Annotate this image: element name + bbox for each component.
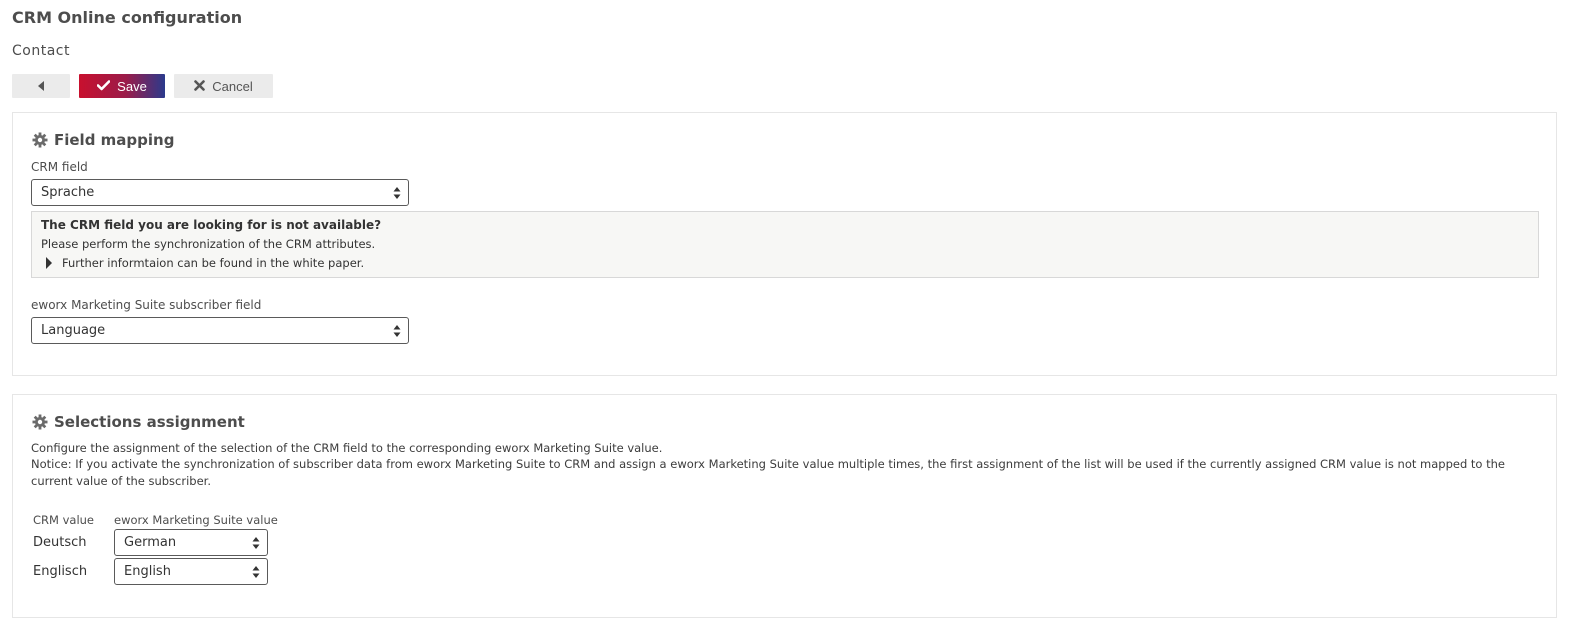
cancel-label: Cancel [212,78,253,94]
column-header-ems-value: eworx Marketing Suite value [114,513,278,527]
ems-value: German [124,535,177,550]
caret-right-icon [46,257,52,269]
crm-value-cell: Englisch [33,564,88,579]
subscriber-field-value: Language [41,323,106,338]
field-mapping-heading: Field mapping [32,131,174,149]
white-paper-link[interactable]: Further informtaion can be found in the … [46,256,364,270]
crm-field-select[interactable]: Sprache [31,179,409,206]
info-title: The CRM field you are looking for is not… [41,218,382,232]
ems-value-select[interactable]: German [114,529,268,556]
field-mapping-title: Field mapping [54,131,175,149]
field-mapping-panel: Field mapping CRM field Sprache The CRM … [12,112,1557,376]
ems-value: English [124,564,171,579]
caret-left-icon [38,81,44,91]
back-button[interactable] [12,74,70,98]
save-label: Save [117,78,147,94]
info-box: The CRM field you are looking for is not… [31,211,1539,278]
crm-field-label: CRM field [31,160,88,174]
info-text: Please perform the synchronization of th… [41,237,376,251]
white-paper-link-label: Further informtaion can be found in the … [62,256,365,270]
gear-icon [32,132,48,148]
selections-description: Configure the assignment of the selectio… [31,441,663,455]
crm-field-value: Sprache [41,185,95,200]
ems-value-select[interactable]: English [114,558,268,585]
save-button[interactable]: Save [79,74,165,98]
page-subtitle: Contact [12,43,70,59]
page: CRM Online configuration Contact Save Ca… [0,0,1570,630]
selections-heading: Selections assignment [32,413,245,431]
selections-title: Selections assignment [54,413,245,431]
check-icon [96,79,111,94]
subscriber-field-label: eworx Marketing Suite subscriber field [31,298,262,312]
select-arrows-icon [252,537,260,549]
select-arrows-icon [252,566,260,578]
subscriber-field-select[interactable]: Language [31,317,409,344]
selections-panel: Selections assignment Configure the assi… [12,394,1557,618]
crm-value-cell: Deutsch [33,535,87,550]
close-icon [194,79,206,94]
selections-notice: Notice: If you activate the synchronizat… [31,457,1505,488]
gear-icon [32,414,48,430]
select-arrows-icon [393,187,401,199]
column-header-crm-value: CRM value [33,513,95,527]
cancel-button[interactable]: Cancel [174,74,273,98]
page-title: CRM Online configuration [12,8,243,27]
select-arrows-icon [393,325,401,337]
